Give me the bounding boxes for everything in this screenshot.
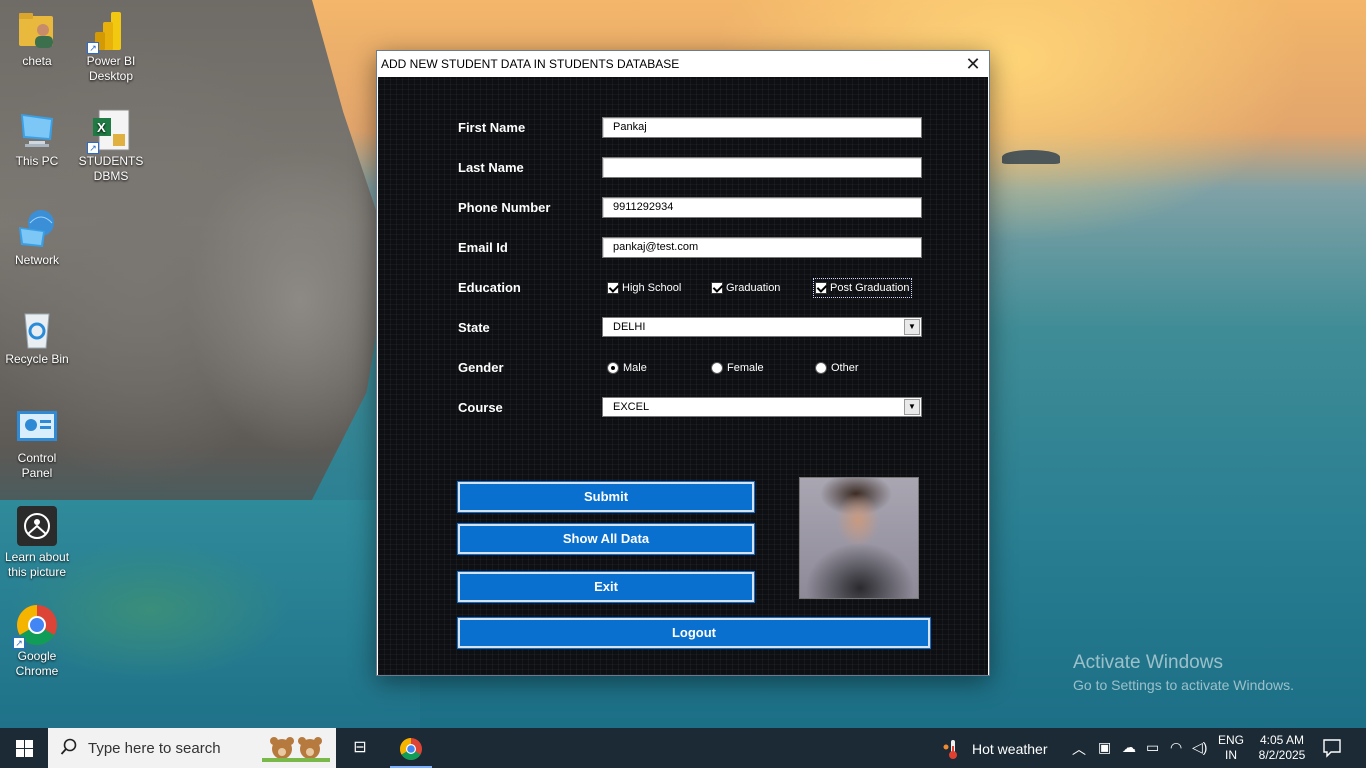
state-label: State — [458, 320, 490, 335]
checkbox-checked-icon — [711, 282, 723, 294]
email-input[interactable]: pankaj@test.com — [602, 237, 922, 258]
close-icon[interactable]: ✕ — [957, 51, 989, 77]
dialog-title: ADD NEW STUDENT DATA IN STUDENTS DATABAS… — [381, 57, 680, 71]
taskbar-search-box[interactable]: Type here to search — [48, 728, 336, 768]
camera-icon — [15, 504, 59, 548]
chrome-icon: ↗ — [13, 603, 59, 649]
meet-now-icon[interactable]: ▣ — [1098, 739, 1111, 756]
search-placeholder: Type here to search — [88, 740, 221, 757]
graduation-checkbox[interactable]: Graduation — [711, 280, 780, 296]
recycle-bin-icon — [15, 306, 59, 350]
desktop-icon-students-dbms[interactable]: X ↗ STUDENTS DBMS — [75, 108, 147, 184]
state-value: DELHI — [613, 321, 646, 333]
dialog-form: First Name Pankaj Last Name Phone Number… — [378, 77, 988, 675]
user-folder-icon — [15, 8, 59, 52]
wallpaper-island — [1002, 150, 1060, 164]
checkbox-checked-icon — [815, 282, 827, 294]
network-icon — [15, 207, 59, 251]
gender-label: Gender — [458, 360, 504, 375]
desktop-icon-learn-about-picture[interactable]: Learn about this picture — [1, 504, 73, 580]
state-dropdown[interactable]: DELHI ▼ — [602, 317, 922, 337]
phone-number-input[interactable]: 9911292934 — [602, 197, 922, 218]
high-school-checkbox[interactable]: High School — [607, 280, 681, 296]
desktop-icon-power-bi[interactable]: ↗ Power BI Desktop — [75, 8, 147, 84]
taskbar-clock[interactable]: 4:05 AM 8/2/2025 — [1254, 733, 1310, 763]
shortcut-arrow-icon: ↗ — [13, 637, 25, 649]
phone-number-label: Phone Number — [458, 200, 551, 215]
gender-other-radio[interactable]: Other — [815, 360, 859, 376]
radio-selected-icon — [607, 362, 619, 374]
taskbar-chrome-button[interactable] — [390, 728, 432, 768]
desktop-icon-google-chrome[interactable]: ↗ Google Chrome — [1, 603, 73, 679]
checkbox-checked-icon — [607, 282, 619, 294]
course-value: EXCEL — [613, 401, 650, 413]
onedrive-icon[interactable]: ☁ — [1122, 739, 1136, 756]
notification-center-icon[interactable] — [1322, 738, 1342, 758]
power-bi-icon: ↗ — [87, 8, 133, 54]
desktop-icon-this-pc[interactable]: This PC — [1, 108, 73, 169]
logout-button[interactable]: Logout — [458, 618, 930, 648]
search-icon — [60, 738, 77, 755]
submit-button[interactable]: Submit — [458, 482, 754, 512]
desktop-icon-network[interactable]: Network — [1, 207, 73, 268]
desktop-icons: cheta ↗ Power BI Desktop This PC X ↗ STU… — [0, 0, 150, 728]
last-name-input[interactable] — [602, 157, 922, 178]
exit-button[interactable]: Exit — [458, 572, 754, 602]
course-dropdown[interactable]: EXCEL ▼ — [602, 397, 922, 417]
dropdown-arrow-icon[interactable]: ▼ — [904, 319, 920, 335]
desktop-icon-recycle-bin[interactable]: Recycle Bin — [1, 306, 73, 367]
excel-icon: X ↗ — [87, 108, 133, 154]
start-button[interactable] — [0, 728, 48, 768]
chevron-up-icon[interactable]: ︿ — [1072, 739, 1086, 759]
search-highlight-bears-icon — [262, 737, 330, 762]
first-name-label: First Name — [458, 120, 526, 135]
thermometer-icon — [943, 740, 957, 759]
battery-icon[interactable]: ▭ — [1146, 739, 1159, 756]
language-indicator[interactable]: ENG IN — [1216, 733, 1246, 763]
show-all-data-button[interactable]: Show All Data — [458, 524, 754, 554]
volume-icon[interactable]: ◁) — [1192, 739, 1207, 756]
svg-text:X: X — [97, 120, 106, 135]
task-view-icon[interactable]: ⊟ — [344, 728, 376, 768]
dropdown-arrow-icon[interactable]: ▼ — [904, 399, 920, 415]
add-student-dialog: ADD NEW STUDENT DATA IN STUDENTS DATABAS… — [376, 50, 990, 676]
course-label: Course — [458, 400, 503, 415]
student-photo — [799, 477, 919, 599]
wifi-icon[interactable]: ◠ — [1170, 739, 1182, 756]
gender-male-radio[interactable]: Male — [607, 360, 647, 376]
activate-windows-watermark: Activate Windows Go to Settings to activ… — [1073, 652, 1294, 693]
email-label: Email Id — [458, 240, 508, 255]
last-name-label: Last Name — [458, 160, 524, 175]
shortcut-arrow-icon: ↗ — [87, 142, 99, 154]
desktop-icon-control-panel[interactable]: Control Panel — [1, 405, 73, 481]
gender-female-radio[interactable]: Female — [711, 360, 764, 376]
chrome-icon — [400, 738, 422, 760]
first-name-input[interactable]: Pankaj — [602, 117, 922, 138]
radio-unselected-icon — [711, 362, 723, 374]
dialog-titlebar[interactable]: ADD NEW STUDENT DATA IN STUDENTS DATABAS… — [377, 51, 989, 77]
computer-icon — [15, 108, 59, 152]
post-graduation-checkbox[interactable]: Post Graduation — [813, 278, 912, 298]
taskbar: Type here to search ⊟ Hot weather ︿ ▣ ☁ … — [0, 728, 1366, 768]
education-label: Education — [458, 280, 521, 295]
desktop-icon-cheta[interactable]: cheta — [1, 8, 73, 69]
radio-unselected-icon — [815, 362, 827, 374]
control-panel-icon — [15, 405, 59, 449]
windows-logo-icon — [16, 740, 33, 757]
shortcut-arrow-icon: ↗ — [87, 42, 99, 54]
weather-widget[interactable]: Hot weather — [942, 738, 1047, 760]
